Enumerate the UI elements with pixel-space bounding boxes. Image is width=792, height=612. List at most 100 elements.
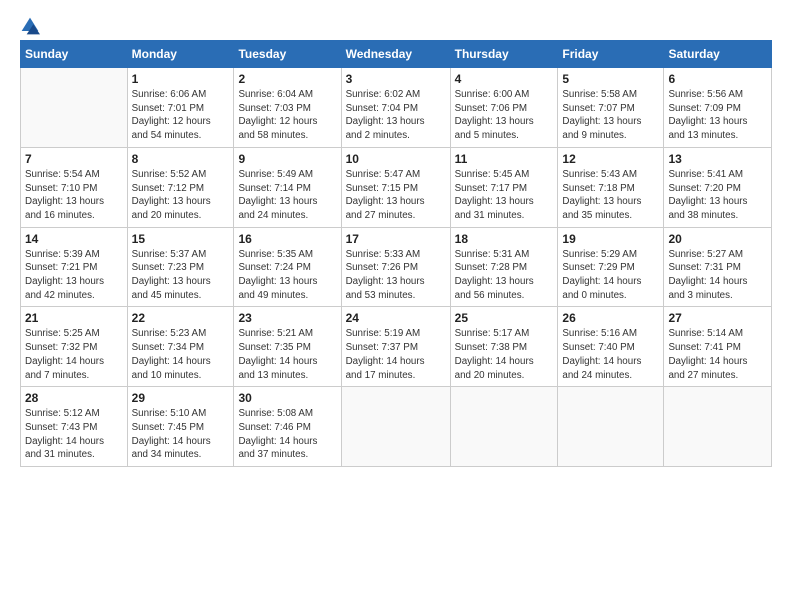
weekday-header-row: SundayMondayTuesdayWednesdayThursdayFrid… <box>21 41 772 68</box>
day-info: Sunrise: 5:45 AM Sunset: 7:17 PM Dayligh… <box>455 168 554 223</box>
calendar-cell: 20 Sunrise: 5:27 AM Sunset: 7:31 PM Dayli… <box>664 227 772 307</box>
day-number: 5 <box>562 72 659 86</box>
day-info: Sunrise: 5:47 AM Sunset: 7:15 PM Dayligh… <box>346 168 446 223</box>
day-info: Sunrise: 5:49 AM Sunset: 7:14 PM Dayligh… <box>238 168 336 223</box>
calendar-cell <box>450 387 558 467</box>
calendar-table: SundayMondayTuesdayWednesdayThursdayFrid… <box>20 40 772 467</box>
day-info: Sunrise: 5:25 AM Sunset: 7:32 PM Dayligh… <box>25 327 123 382</box>
calendar-week-5: 28 Sunrise: 5:12 AM Sunset: 7:43 PM Dayli… <box>21 387 772 467</box>
day-number: 20 <box>668 232 767 246</box>
day-number: 26 <box>562 311 659 325</box>
calendar-cell: 12 Sunrise: 5:43 AM Sunset: 7:18 PM Dayli… <box>558 147 664 227</box>
day-info: Sunrise: 5:39 AM Sunset: 7:21 PM Dayligh… <box>25 248 123 303</box>
calendar-cell: 24 Sunrise: 5:19 AM Sunset: 7:37 PM Dayli… <box>341 307 450 387</box>
day-number: 17 <box>346 232 446 246</box>
weekday-header-thursday: Thursday <box>450 41 558 68</box>
day-info: Sunrise: 5:29 AM Sunset: 7:29 PM Dayligh… <box>562 248 659 303</box>
calendar-cell: 4Sunrise: 6:00 AM Sunset: 7:06 PM Daylig… <box>450 68 558 148</box>
weekday-header-friday: Friday <box>558 41 664 68</box>
day-number: 28 <box>25 391 123 405</box>
calendar-cell: 30 Sunrise: 5:08 AM Sunset: 7:46 PM Dayli… <box>234 387 341 467</box>
weekday-header-tuesday: Tuesday <box>234 41 341 68</box>
calendar-cell: 21 Sunrise: 5:25 AM Sunset: 7:32 PM Dayli… <box>21 307 128 387</box>
calendar-cell: 27 Sunrise: 5:14 AM Sunset: 7:41 PM Dayli… <box>664 307 772 387</box>
weekday-header-wednesday: Wednesday <box>341 41 450 68</box>
day-number: 2 <box>238 72 336 86</box>
calendar-cell: 7 Sunrise: 5:54 AM Sunset: 7:10 PM Daylig… <box>21 147 128 227</box>
day-info: Sunrise: 5:16 AM Sunset: 7:40 PM Dayligh… <box>562 327 659 382</box>
calendar-cell: 26 Sunrise: 5:16 AM Sunset: 7:40 PM Dayli… <box>558 307 664 387</box>
day-info: Sunrise: 5:23 AM Sunset: 7:34 PM Dayligh… <box>132 327 230 382</box>
calendar-cell: 22 Sunrise: 5:23 AM Sunset: 7:34 PM Dayli… <box>127 307 234 387</box>
day-number: 24 <box>346 311 446 325</box>
day-info: Sunrise: 5:10 AM Sunset: 7:45 PM Dayligh… <box>132 407 230 462</box>
day-info: Sunrise: 5:19 AM Sunset: 7:37 PM Dayligh… <box>346 327 446 382</box>
day-info: Sunrise: 5:35 AM Sunset: 7:24 PM Dayligh… <box>238 248 336 303</box>
calendar-cell: 25 Sunrise: 5:17 AM Sunset: 7:38 PM Dayli… <box>450 307 558 387</box>
day-number: 7 <box>25 152 123 166</box>
calendar-cell: 5 Sunrise: 5:58 AM Sunset: 7:07 PM Daylig… <box>558 68 664 148</box>
day-number: 10 <box>346 152 446 166</box>
calendar-cell: 23 Sunrise: 5:21 AM Sunset: 7:35 PM Dayli… <box>234 307 341 387</box>
calendar-cell: 1Sunrise: 6:06 AM Sunset: 7:01 PM Daylig… <box>127 68 234 148</box>
day-info: Sunrise: 5:37 AM Sunset: 7:23 PM Dayligh… <box>132 248 230 303</box>
calendar-week-3: 14 Sunrise: 5:39 AM Sunset: 7:21 PM Dayli… <box>21 227 772 307</box>
day-number: 8 <box>132 152 230 166</box>
day-number: 13 <box>668 152 767 166</box>
day-info: Sunrise: 5:54 AM Sunset: 7:10 PM Dayligh… <box>25 168 123 223</box>
day-info: Sunrise: 5:58 AM Sunset: 7:07 PM Dayligh… <box>562 88 659 143</box>
calendar-cell: 18Sunrise: 5:31 AM Sunset: 7:28 PM Dayli… <box>450 227 558 307</box>
day-info: Sunrise: 6:02 AM Sunset: 7:04 PM Dayligh… <box>346 88 446 143</box>
calendar-cell: 28 Sunrise: 5:12 AM Sunset: 7:43 PM Dayli… <box>21 387 128 467</box>
logo-icon <box>20 16 40 36</box>
day-number: 22 <box>132 311 230 325</box>
day-info: Sunrise: 6:00 AM Sunset: 7:06 PM Dayligh… <box>455 88 554 143</box>
day-number: 30 <box>238 391 336 405</box>
calendar-cell: 10 Sunrise: 5:47 AM Sunset: 7:15 PM Dayli… <box>341 147 450 227</box>
day-number: 19 <box>562 232 659 246</box>
day-number: 25 <box>455 311 554 325</box>
day-info: Sunrise: 5:21 AM Sunset: 7:35 PM Dayligh… <box>238 327 336 382</box>
calendar-cell: 11Sunrise: 5:45 AM Sunset: 7:17 PM Dayli… <box>450 147 558 227</box>
calendar-week-4: 21 Sunrise: 5:25 AM Sunset: 7:32 PM Dayli… <box>21 307 772 387</box>
day-info: Sunrise: 5:14 AM Sunset: 7:41 PM Dayligh… <box>668 327 767 382</box>
day-info: Sunrise: 5:43 AM Sunset: 7:18 PM Dayligh… <box>562 168 659 223</box>
calendar-cell: 29Sunrise: 5:10 AM Sunset: 7:45 PM Dayli… <box>127 387 234 467</box>
day-info: Sunrise: 6:06 AM Sunset: 7:01 PM Dayligh… <box>132 88 230 143</box>
day-info: Sunrise: 6:04 AM Sunset: 7:03 PM Dayligh… <box>238 88 336 143</box>
calendar-cell: 6Sunrise: 5:56 AM Sunset: 7:09 PM Daylig… <box>664 68 772 148</box>
calendar-cell <box>664 387 772 467</box>
weekday-header-saturday: Saturday <box>664 41 772 68</box>
calendar-cell <box>21 68 128 148</box>
logo <box>20 16 44 36</box>
day-number: 3 <box>346 72 446 86</box>
calendar-cell: 9Sunrise: 5:49 AM Sunset: 7:14 PM Daylig… <box>234 147 341 227</box>
day-number: 16 <box>238 232 336 246</box>
day-number: 12 <box>562 152 659 166</box>
calendar-cell <box>558 387 664 467</box>
day-number: 15 <box>132 232 230 246</box>
day-info: Sunrise: 5:17 AM Sunset: 7:38 PM Dayligh… <box>455 327 554 382</box>
day-info: Sunrise: 5:08 AM Sunset: 7:46 PM Dayligh… <box>238 407 336 462</box>
calendar-cell: 16 Sunrise: 5:35 AM Sunset: 7:24 PM Dayli… <box>234 227 341 307</box>
calendar-cell <box>341 387 450 467</box>
day-number: 6 <box>668 72 767 86</box>
day-number: 27 <box>668 311 767 325</box>
day-info: Sunrise: 5:12 AM Sunset: 7:43 PM Dayligh… <box>25 407 123 462</box>
calendar-cell: 13 Sunrise: 5:41 AM Sunset: 7:20 PM Dayli… <box>664 147 772 227</box>
day-number: 23 <box>238 311 336 325</box>
calendar-cell: 2 Sunrise: 6:04 AM Sunset: 7:03 PM Daylig… <box>234 68 341 148</box>
day-info: Sunrise: 5:41 AM Sunset: 7:20 PM Dayligh… <box>668 168 767 223</box>
day-number: 21 <box>25 311 123 325</box>
calendar-cell: 3 Sunrise: 6:02 AM Sunset: 7:04 PM Daylig… <box>341 68 450 148</box>
calendar-cell: 17Sunrise: 5:33 AM Sunset: 7:26 PM Dayli… <box>341 227 450 307</box>
calendar-cell: 14 Sunrise: 5:39 AM Sunset: 7:21 PM Dayli… <box>21 227 128 307</box>
day-number: 14 <box>25 232 123 246</box>
calendar-cell: 15 Sunrise: 5:37 AM Sunset: 7:23 PM Dayli… <box>127 227 234 307</box>
calendar-week-2: 7 Sunrise: 5:54 AM Sunset: 7:10 PM Daylig… <box>21 147 772 227</box>
calendar-cell: 19 Sunrise: 5:29 AM Sunset: 7:29 PM Dayli… <box>558 227 664 307</box>
weekday-header-sunday: Sunday <box>21 41 128 68</box>
day-info: Sunrise: 5:27 AM Sunset: 7:31 PM Dayligh… <box>668 248 767 303</box>
weekday-header-monday: Monday <box>127 41 234 68</box>
page-header <box>20 16 772 36</box>
